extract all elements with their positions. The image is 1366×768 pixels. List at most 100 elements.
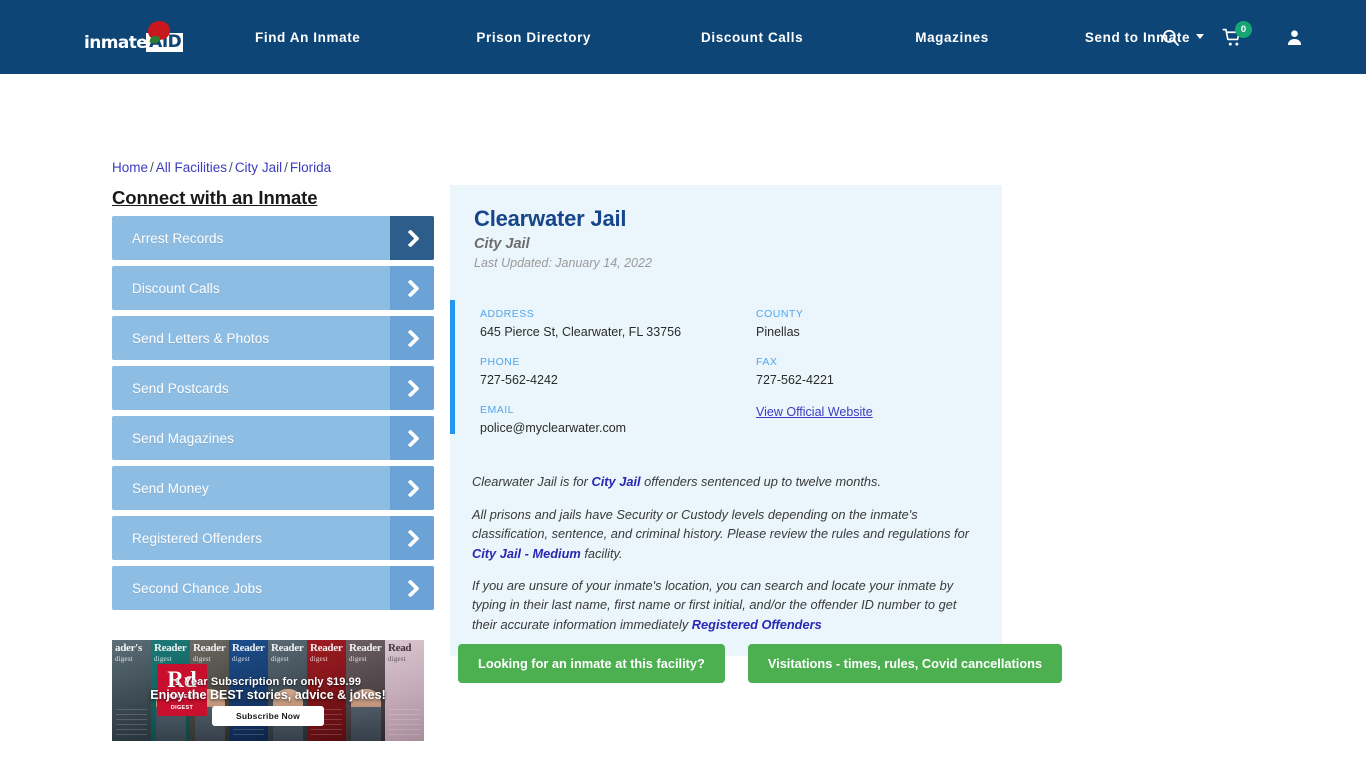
chevron-right-icon — [390, 566, 434, 610]
sidebar-item-send-postcards[interactable]: Send Postcards — [112, 366, 434, 410]
facility-contact-block: ADDRESS 645 Pierce St, Clearwater, FL 33… — [450, 299, 1002, 451]
ad-cover-subtitle: digest — [271, 655, 289, 663]
nav-item-prison-directory[interactable]: Prison Directory — [476, 24, 591, 51]
phone-field: PHONE 727-562-4242 — [480, 356, 756, 388]
sidebar-item-label: Discount Calls — [132, 280, 220, 296]
ad-cover-subtitle: digest — [388, 655, 406, 663]
sidebar-item-label: Send Letters & Photos — [132, 330, 270, 346]
address-field: ADDRESS 645 Pierce St, Clearwater, FL 33… — [480, 308, 756, 340]
breadcrumb-item-home[interactable]: Home — [112, 160, 148, 175]
chevron-right-icon — [390, 366, 434, 410]
user-icon[interactable] — [1272, 15, 1316, 59]
chevron-right-icon — [390, 416, 434, 460]
sidebar-item-arrest-records[interactable]: Arrest Records — [112, 216, 434, 260]
sidebar-menu: Arrest Records Discount Calls Send Lette… — [112, 216, 434, 616]
logo-text-inmate: inmate — [84, 33, 148, 53]
fax-label: FAX — [756, 355, 778, 368]
sidebar-title[interactable]: Connect with an Inmate — [112, 187, 318, 209]
fax-field: FAX 727-562-4221 — [756, 356, 978, 388]
breadcrumb-item-city-jail[interactable]: City Jail — [235, 160, 282, 175]
facility-description: Clearwater Jail is for City Jail offende… — [450, 450, 1002, 656]
ad-cover-masthead: Reader's — [271, 643, 304, 654]
ad-cover-texture — [389, 709, 420, 735]
paragraph-1-text-b: offenders sentenced up to twelve months. — [640, 474, 882, 490]
ad-cover-masthead: Reader's — [232, 643, 265, 654]
search-icon[interactable] — [1148, 15, 1192, 59]
ad-cover-subtitle: digest — [310, 655, 328, 663]
breadcrumb-separator: / — [284, 160, 288, 175]
advertisement-banner[interactable]: ader's digest Reader's digest Reader's d… — [112, 640, 424, 741]
site-logo[interactable]: inmate AID — [84, 19, 184, 53]
fax-value: 727-562-4221 — [756, 372, 834, 387]
chevron-right-icon — [390, 316, 434, 360]
facility-type-label: City Jail — [474, 235, 530, 252]
county-field: COUNTY Pinellas — [756, 308, 978, 340]
email-value: police@myclearwater.com — [480, 421, 627, 435]
facility-header: Clearwater Jail City Jail Last Updated: … — [450, 185, 1002, 278]
sidebar-item-second-chance-jobs[interactable]: Second Chance Jobs — [112, 566, 434, 610]
city-jail-link[interactable]: City Jail — [591, 474, 640, 489]
chevron-right-icon — [390, 516, 434, 560]
visitations-button[interactable]: Visitations - times, rules, Covid cancel… — [747, 644, 1063, 683]
ad-cover-masthead: ader's — [115, 643, 142, 654]
description-paragraph-2: All prisons and jails have Security or C… — [472, 505, 978, 563]
rd-logo-name-line2: DIGEST — [170, 704, 194, 711]
official-website-link[interactable]: View Official Website — [756, 404, 978, 420]
sidebar-item-label: Send Postcards — [132, 380, 229, 396]
breadcrumb: Home / All Facilities / City Jail / Florida — [112, 160, 331, 175]
sidebar-item-label: Registered Offenders — [132, 530, 263, 546]
address-value: 645 Pierce St, Clearwater, FL 33756 — [480, 324, 682, 339]
chevron-right-icon — [390, 266, 434, 310]
last-updated-text: Last Updated: January 14, 2022 — [474, 255, 652, 270]
nav-item-find-an-inmate[interactable]: Find An Inmate — [255, 24, 360, 51]
facility-info-panel: Clearwater Jail City Jail Last Updated: … — [450, 185, 1002, 657]
ad-cover-texture — [116, 709, 147, 735]
ad-cover-subtitle: digest — [193, 655, 211, 663]
breadcrumb-item-florida[interactable]: Florida — [290, 160, 331, 175]
cta-button-row: Looking for an inmate at this facility? … — [458, 644, 1063, 683]
primary-nav-links: Find An Inmate Prison Directory Discount… — [255, 0, 1205, 74]
ad-cover-subtitle: digest — [154, 655, 172, 663]
address-label: ADDRESS — [480, 307, 535, 320]
ad-cover-masthead: Reader's — [349, 643, 382, 654]
nav-item-magazines[interactable]: Magazines — [915, 24, 989, 51]
ad-cover-masthead: Reader's — [154, 643, 187, 654]
sidebar-item-send-letters-photos[interactable]: Send Letters & Photos — [112, 316, 434, 360]
sidebar-item-label: Send Money — [132, 480, 209, 496]
page-content: Home / All Facilities / City Jail / Florida Co… — [0, 74, 1366, 768]
nav-item-discount-calls[interactable]: Discount Calls — [701, 24, 803, 51]
breadcrumb-item-all-facilities[interactable]: All Facilities — [156, 160, 227, 175]
contact-details-grid: ADDRESS 645 Pierce St, Clearwater, FL 33… — [480, 308, 978, 437]
inmate-search-button[interactable]: Looking for an inmate at this facility? — [458, 644, 725, 683]
chevron-right-icon — [390, 466, 434, 510]
cart-icon[interactable]: 0 — [1210, 15, 1254, 59]
city-jail-medium-link[interactable]: City Jail - Medium — [472, 546, 581, 561]
sidebar-item-send-money[interactable]: Send Money — [112, 466, 434, 510]
ad-cover-masthead: Read — [388, 643, 412, 654]
top-navigation-bar: inmate AID Find An Inmate Prison Directo… — [0, 0, 1366, 74]
phone-value: 727-562-4242 — [480, 372, 558, 387]
email-label: EMAIL — [480, 404, 515, 416]
sidebar-item-registered-offenders[interactable]: Registered Offenders — [112, 516, 434, 560]
breadcrumb-separator: / — [150, 160, 154, 175]
ad-cover-masthead: Reader's — [310, 643, 343, 654]
sidebar-item-discount-calls[interactable]: Discount Calls — [112, 266, 434, 310]
official-website-field: View Official Website — [756, 404, 978, 436]
page-title: Clearwater Jail — [474, 206, 627, 231]
paragraph-2-text-a: All prisons and jails have Security or C… — [472, 506, 969, 542]
sidebar-item-send-magazines[interactable]: Send Magazines — [112, 416, 434, 460]
registered-offenders-link[interactable]: Registered Offenders — [692, 617, 822, 632]
ad-cover-subtitle: digest — [115, 655, 133, 663]
ad-subheadline: Enjoy the BEST stories, advice & jokes! — [150, 688, 386, 702]
nav-icon-group: 0 — [1148, 0, 1366, 74]
ad-cover-subtitle: digest — [349, 655, 367, 663]
chevron-right-icon — [390, 216, 434, 260]
paragraph-2-text-b: facility. — [580, 545, 623, 561]
paragraph-1-text-a: Clearwater Jail is for — [472, 474, 592, 490]
email-field: EMAIL police@myclearwater.com — [480, 404, 756, 436]
sidebar-item-label: Arrest Records — [132, 230, 224, 246]
breadcrumb-separator: / — [229, 160, 233, 175]
ad-cover-subtitle: digest — [232, 655, 250, 663]
county-value: Pinellas — [756, 324, 800, 339]
ad-subscribe-button[interactable]: Subscribe Now — [211, 706, 325, 726]
